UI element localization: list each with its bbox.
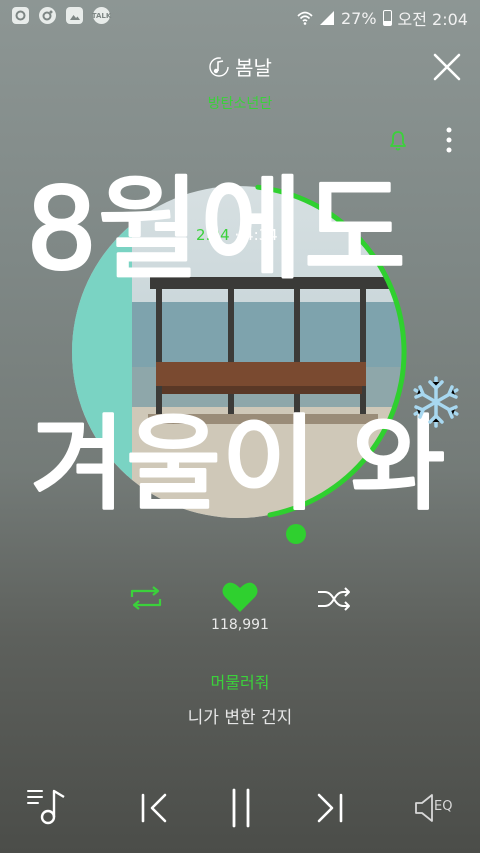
like-count: 118,991 — [211, 617, 269, 633]
equalizer-button[interactable]: EQ — [412, 791, 460, 825]
total-time: 4:34 — [244, 226, 278, 244]
eq-label: EQ — [434, 799, 453, 814]
battery-icon — [382, 10, 392, 26]
time-display: 2:04 · 4:34 — [196, 226, 278, 244]
gallery-icon — [66, 7, 83, 24]
lyric-next-line[interactable]: 니가 변한 건지 — [0, 703, 480, 728]
lyric-current-line[interactable]: 머물러줘 — [0, 669, 480, 693]
more-options-icon[interactable] — [437, 126, 461, 154]
close-button[interactable] — [432, 52, 462, 82]
battery-percent: 27% — [340, 8, 377, 28]
bell-icon[interactable] — [386, 128, 410, 152]
status-bar: TALK 27% 오전 2:04 — [0, 0, 480, 33]
like-heart-icon[interactable] — [221, 580, 259, 614]
previous-track-icon[interactable] — [138, 791, 170, 825]
artist-name[interactable]: 방탄소년단 — [0, 93, 480, 113]
song-title[interactable]: 봄날 — [208, 52, 272, 81]
repeat-icon[interactable] — [128, 585, 164, 611]
music-note-icon — [209, 56, 229, 77]
song-title-text: 봄날 — [235, 56, 272, 80]
pause-icon[interactable] — [228, 788, 254, 828]
current-time: 2:04 — [196, 226, 230, 244]
progress-handle[interactable] — [286, 524, 306, 544]
clock: 오전 2:04 — [397, 10, 468, 29]
album-art[interactable]: 2:04 · 4:34 — [68, 182, 408, 522]
notification-icons: TALK — [12, 7, 112, 24]
shuffle-icon[interactable] — [316, 586, 352, 612]
kakaostory-icon — [39, 7, 56, 24]
signal-icon — [319, 11, 334, 25]
playlist-icon[interactable] — [26, 787, 68, 827]
snowflake-icon — [413, 376, 459, 428]
kakaotalk-icon: TALK — [91, 7, 112, 24]
talk-label: TALK — [91, 11, 112, 20]
time-separator: · — [234, 226, 240, 244]
next-track-icon[interactable] — [314, 791, 346, 825]
notification-app-icon — [12, 7, 29, 24]
wifi-icon — [297, 11, 313, 25]
